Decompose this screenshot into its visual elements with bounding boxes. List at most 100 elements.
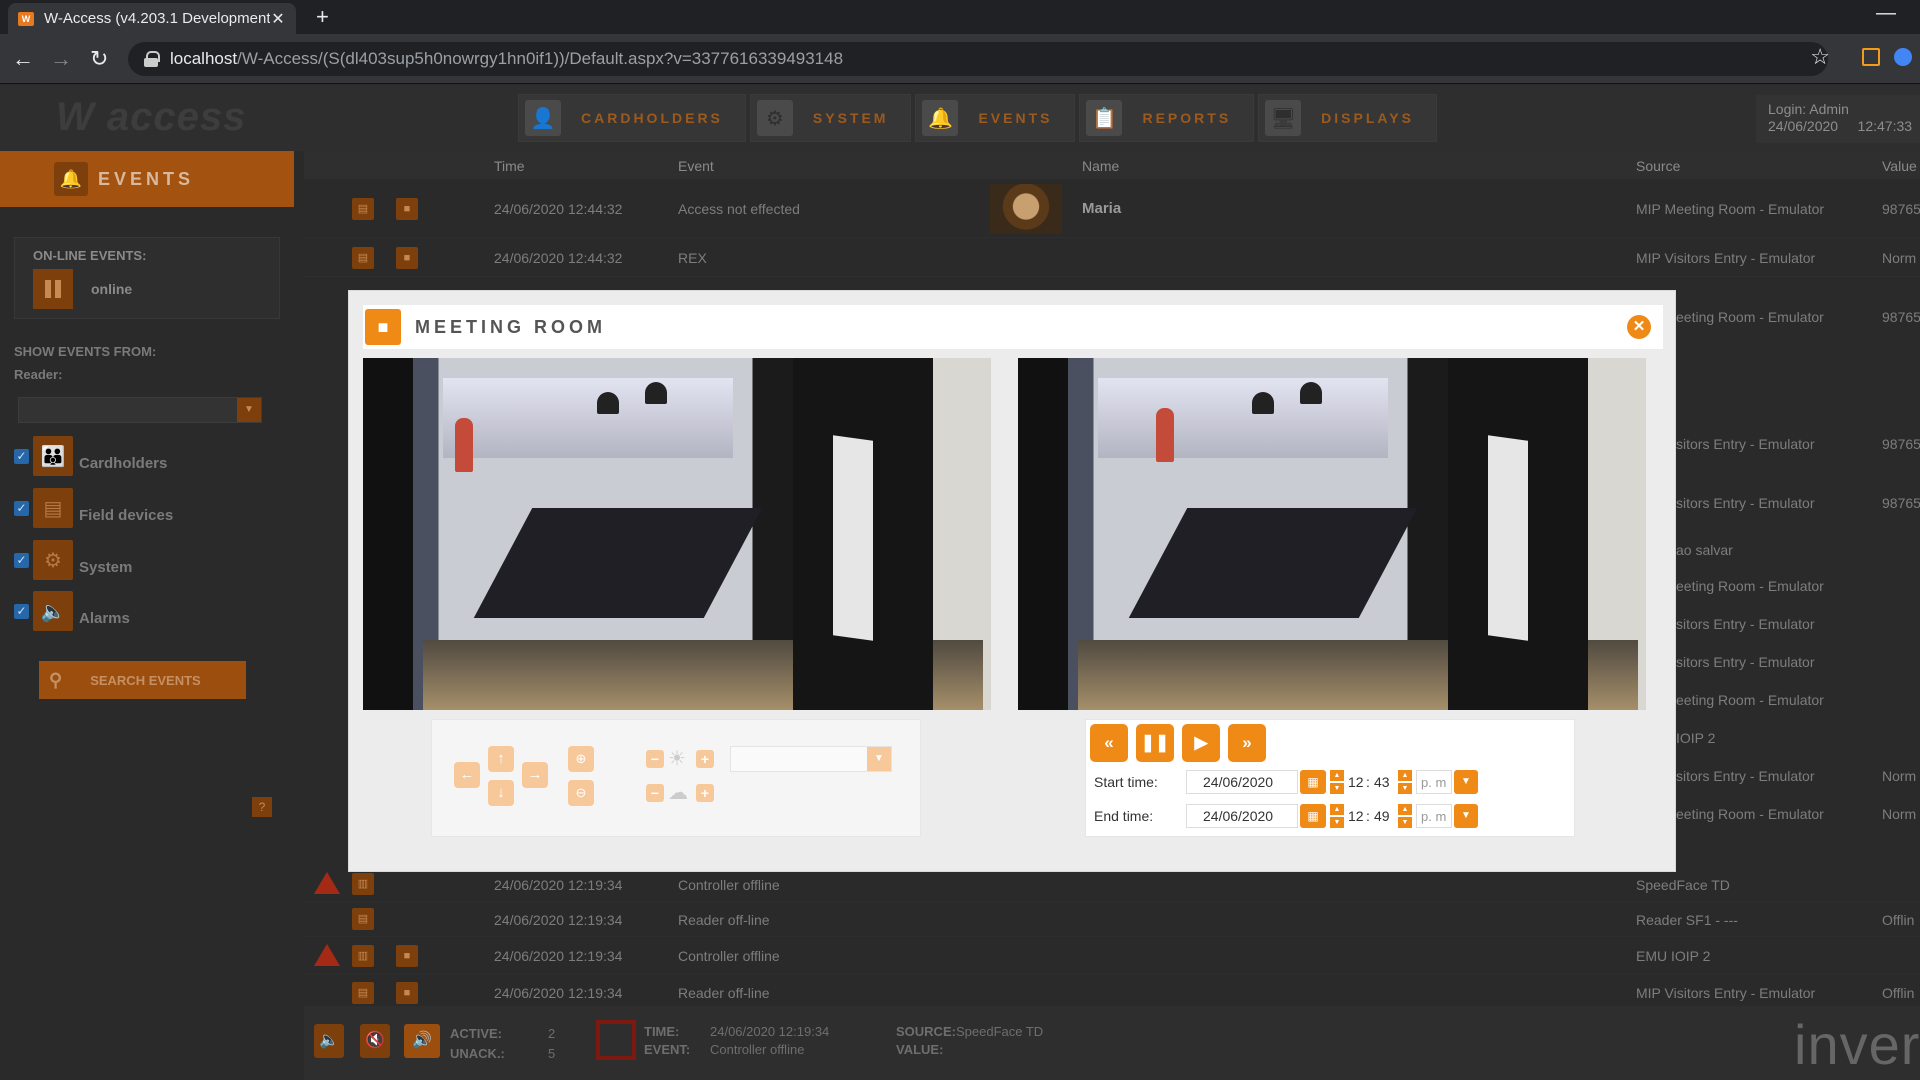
bookmark-star-icon[interactable]: ☆	[1810, 44, 1830, 70]
pause-button[interactable]: ❚❚	[1136, 724, 1174, 762]
close-button[interactable]: ✕	[1627, 315, 1651, 339]
url-host: localhost	[170, 49, 238, 68]
checkbox-checked[interactable]: ✓	[14, 500, 29, 516]
row-event: Access not effected	[678, 201, 800, 217]
profile-globe-icon[interactable]	[1894, 48, 1912, 66]
zoom-out-button[interactable]: ⊖	[568, 780, 594, 806]
camera-icon[interactable]: ■	[396, 247, 418, 269]
playback-controls: « ❚❚ ▶ » Start time: 24/06/2020 ▦ ▲ ▼ 12 …	[1085, 719, 1575, 837]
search-events-button[interactable]: ⚲ SEARCH EVENTS	[39, 661, 246, 699]
nav-cardholders[interactable]: 👤 CARDHOLDERS	[518, 94, 746, 142]
camera-icon[interactable]: ■	[396, 982, 418, 1004]
filter-cardholders[interactable]: ✓ 👪 Cardholders	[14, 436, 167, 476]
brand-logo: inver	[1794, 1013, 1920, 1076]
camera-icon[interactable]: ■	[396, 198, 418, 220]
end-minute[interactable]: 49	[1374, 808, 1390, 824]
show-events-from-label: SHOW EVENTS FROM:	[14, 344, 157, 359]
filter-label: Cardholders	[79, 454, 168, 472]
back-arrow-icon[interactable]: ←	[12, 46, 34, 72]
chevron-down-icon[interactable]: ▼	[1454, 804, 1478, 828]
play-button[interactable]: ▶	[1182, 724, 1220, 762]
checkbox-checked[interactable]: ✓	[14, 552, 29, 568]
new-tab-button[interactable]: +	[316, 4, 329, 30]
end-hour-stepper[interactable]: ▲ ▼	[1330, 804, 1344, 828]
row-event: Reader off-line	[678, 985, 770, 1001]
last-alarm-indicator[interactable]	[596, 1020, 636, 1060]
start-ampm[interactable]: p. m	[1416, 770, 1452, 794]
forward-arrow-icon[interactable]: →	[50, 46, 72, 72]
screen: W W-Access (v4.203.1 Development ✕ + — ←…	[0, 0, 1920, 1080]
chevron-down-icon[interactable]: ▼	[1454, 770, 1478, 794]
col-time[interactable]: Time	[494, 158, 525, 174]
start-date-input[interactable]: 24/06/2020	[1186, 770, 1298, 794]
reload-icon[interactable]: ↻	[90, 46, 108, 72]
main-nav: 👤 CARDHOLDERS ⚙ SYSTEM 🔔 EVENTS 📋 REPORTS 🖥 D…	[518, 94, 1437, 142]
rewind-button[interactable]: «	[1090, 724, 1128, 762]
pan-left-button[interactable]: ←	[454, 762, 480, 788]
extension-icon[interactable]	[1862, 48, 1880, 66]
url-path: /W-Access/(S(dl403sup5h0nowrgy1hn0if1))/…	[237, 49, 844, 68]
table-row[interactable]: ▤ 24/06/2020 12:19:34 Reader off-line Re…	[304, 903, 1920, 937]
browser-tab-strip: W W-Access (v4.203.1 Development ✕ + —	[0, 0, 1920, 34]
alarm-ack-icon[interactable]: 🔊	[404, 1024, 440, 1058]
calendar-icon[interactable]: ▦	[1300, 770, 1326, 794]
col-event[interactable]: Event	[678, 158, 714, 174]
end-ampm[interactable]: p. m	[1416, 804, 1452, 828]
col-value[interactable]: Value	[1882, 158, 1917, 174]
nav-reports[interactable]: 📋 REPORTS	[1079, 94, 1255, 142]
row-value-partial: 98765	[1882, 309, 1920, 325]
zoom-in-button[interactable]: ⊕	[568, 746, 594, 772]
row-source-partial: sitors Entry - Emulator	[1676, 616, 1815, 632]
brightness-plus-button[interactable]: +	[696, 750, 714, 768]
table-row[interactable]: ▥ 24/06/2020 12:19:34 Controller offline…	[304, 868, 1920, 902]
table-row[interactable]: ▤ ■ 24/06/2020 12:44:32 Access not effec…	[304, 180, 1920, 238]
filter-alarms[interactable]: ✓ 🔈 Alarms	[14, 591, 130, 631]
nav-events[interactable]: 🔔 EVENTS	[915, 94, 1076, 142]
end-date-input[interactable]: 24/06/2020	[1186, 804, 1298, 828]
tilt-up-button[interactable]: ↑	[488, 746, 514, 772]
table-row[interactable]: ▤ ■ 24/06/2020 12:44:32 REX MIP Visitors…	[304, 239, 1920, 277]
playback-video-view[interactable]	[1018, 358, 1646, 710]
start-hour-stepper[interactable]: ▲ ▼	[1330, 770, 1344, 794]
end-time-label: End time:	[1094, 808, 1154, 824]
preset-select[interactable]: ▼	[730, 746, 892, 772]
calendar-icon[interactable]: ▦	[1300, 804, 1326, 828]
pan-right-button[interactable]: →	[522, 762, 548, 788]
table-row[interactable]: ▥ ■ 24/06/2020 12:19:34 Controller offli…	[304, 938, 1920, 974]
checkbox-checked[interactable]: ✓	[14, 603, 29, 619]
focus-plus-button[interactable]: +	[696, 784, 714, 802]
filter-field-devices[interactable]: ✓ ▤ Field devices	[14, 488, 173, 528]
pause-online-button[interactable]	[33, 269, 73, 309]
focus-minus-button[interactable]: −	[646, 784, 664, 802]
camera-icon[interactable]: ■	[396, 945, 418, 967]
live-video-view[interactable]	[363, 358, 991, 710]
mute-icon[interactable]: 🔇	[360, 1024, 390, 1058]
chevron-down-icon: ▼	[867, 747, 891, 771]
browser-tab[interactable]: W W-Access (v4.203.1 Development ✕	[8, 3, 296, 34]
filter-system[interactable]: ✓ ⚙ System	[14, 540, 132, 580]
reader-select[interactable]: ▼	[18, 397, 262, 423]
row-name: Maria	[1082, 200, 1122, 217]
tilt-down-button[interactable]: ↓	[488, 780, 514, 806]
help-button[interactable]: ?	[252, 797, 272, 817]
brightness-minus-button[interactable]: −	[646, 750, 664, 768]
end-minute-stepper[interactable]: ▲ ▼	[1398, 804, 1412, 828]
start-minute-stepper[interactable]: ▲ ▼	[1398, 770, 1412, 794]
col-name[interactable]: Name	[1082, 158, 1119, 174]
row-source: MIP Visitors Entry - Emulator	[1636, 985, 1816, 1001]
fast-forward-button[interactable]: »	[1228, 724, 1266, 762]
row-event: REX	[678, 250, 707, 266]
tab-close-icon[interactable]: ✕	[270, 9, 286, 29]
nav-displays[interactable]: 🖥 DISPLAYS	[1258, 94, 1437, 142]
login-info: Login: Admin 24/06/2020 12:47:33	[1756, 95, 1920, 143]
start-minute[interactable]: 43	[1374, 774, 1390, 790]
col-source[interactable]: Source	[1636, 158, 1680, 174]
end-hour[interactable]: 12	[1348, 808, 1364, 824]
checkbox-checked[interactable]: ✓	[14, 448, 29, 464]
window-minimize-icon[interactable]: —	[1876, 2, 1896, 25]
address-bar[interactable]: localhost/W-Access/(S(dl403sup5h0nowrgy1…	[128, 42, 1828, 76]
row-value: Norm	[1882, 250, 1917, 266]
nav-system[interactable]: ⚙ SYSTEM	[749, 94, 912, 142]
speaker-icon[interactable]: 🔈	[314, 1024, 344, 1058]
start-hour[interactable]: 12	[1348, 774, 1364, 790]
